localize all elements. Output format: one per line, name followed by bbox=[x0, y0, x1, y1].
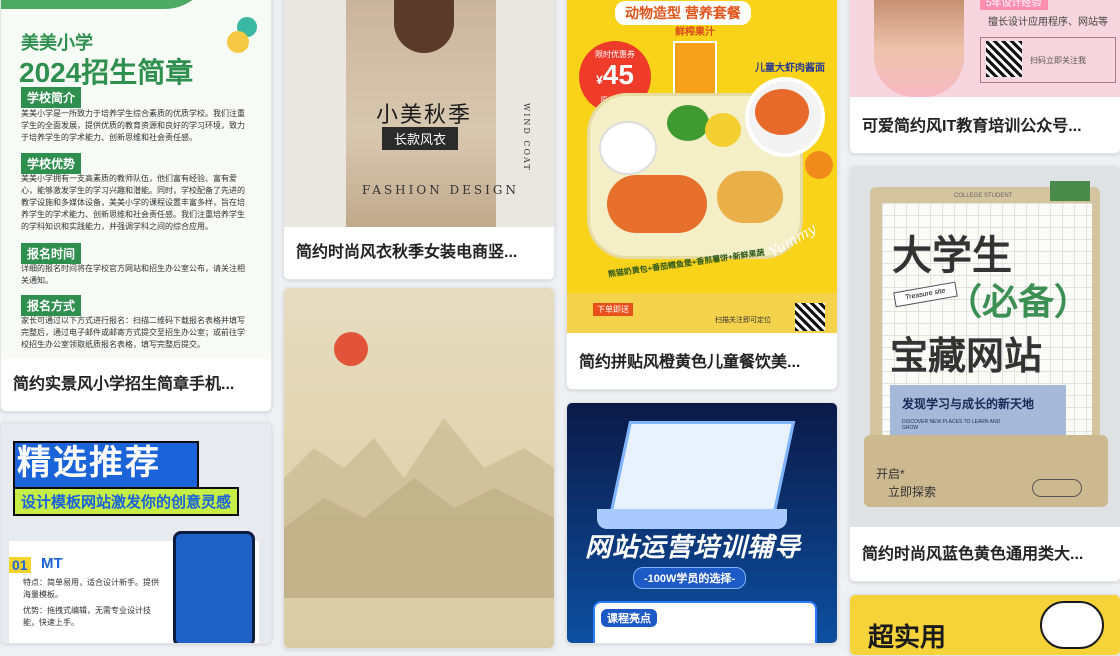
card-title[interactable]: 简约拼贴风橙黄色儿童餐饮美... bbox=[567, 337, 837, 389]
laptop-screen bbox=[608, 421, 796, 517]
panda-bun bbox=[599, 121, 657, 175]
qr-text: 扫码立即关注我 bbox=[1030, 56, 1086, 65]
card-title[interactable]: 简约时尚风衣秋季女装电商竖... bbox=[284, 227, 554, 279]
trench-footer: FASHION DESIGN bbox=[362, 183, 519, 197]
template-card-kidsmeal[interactable]: 动物造型 营养套餐 限时优惠券 ¥45 原价￥58 鲜榨果汁 儿童大虾肉酱面 熊… bbox=[566, 0, 838, 390]
student-subtitle: 发现学习与成长的新天地 bbox=[902, 397, 1035, 411]
dish-label: 儿童大虾肉酱面 bbox=[755, 63, 825, 74]
card-thumbnail bbox=[284, 288, 554, 648]
item-feature: 特点：简单易用，适合设计新手。提供海量模板。 bbox=[23, 578, 159, 599]
template-card-recommend[interactable]: 精选推荐 设计模板网站激发你的创意灵感 01 MT 特点：简单易用，适合设计新手… bbox=[0, 422, 272, 644]
qr-code bbox=[795, 303, 825, 331]
recommend-headline: 精选推荐 bbox=[17, 444, 161, 482]
trench-side: WIND COAT bbox=[522, 103, 531, 172]
section-body: 家长可通过以下方式进行报名：扫描二维码下载报名表格并填写完整后，通过电子邮件或邮… bbox=[21, 316, 245, 349]
template-card-student[interactable]: COLLEGE STUDENT 大学生 Treasure site （必备） 宝… bbox=[849, 166, 1120, 582]
qr-note: 扫描关注即可定位 bbox=[715, 317, 771, 324]
broccoli bbox=[667, 105, 709, 141]
price-value: 45 bbox=[602, 59, 634, 90]
start-text: 开启* bbox=[876, 467, 905, 481]
template-card-it[interactable]: 5年设计经验 擅长设计应用程序、网站等 扫码立即关注我 可爱简约风IT教育培训公… bbox=[849, 0, 1120, 154]
template-card-school[interactable]: 美美小学 2024招生简章 学校简介 美美小学是一所致力于培养学生综合素质的优质… bbox=[0, 0, 272, 412]
item-advantage: 优势：拖拽式编辑，无需专业设计技能，快速上手。 bbox=[23, 606, 151, 627]
card-title[interactable]: 可爱简约风IT教育培训公众号... bbox=[850, 101, 1120, 153]
tech-headline: 网站运营培训辅导 bbox=[585, 532, 802, 562]
section-heading: 报名时间 bbox=[21, 243, 82, 264]
section-body: 美美小学是一所致力于培养学生综合素质的优质学校。我们注重学生的全面发展，提供优质… bbox=[21, 109, 245, 142]
section-heading: 学校简介 bbox=[21, 87, 82, 108]
tech-tag: 课程亮点 bbox=[601, 609, 657, 627]
recommend-sub: 设计模板网站激发你的创意灵感 bbox=[13, 487, 240, 516]
section-body: 详细的报名时间将在学校官方网站和招生办公室公布，请关注相关通知。 bbox=[21, 264, 245, 285]
drink-label: 鲜榨果汁 bbox=[675, 27, 715, 38]
top-banner: 动物造型 营养套餐 bbox=[615, 1, 751, 25]
card-thumbnail: 美美小学 2024招生简章 学校简介 美美小学是一所致力于培养学生综合素质的优质… bbox=[1, 0, 271, 359]
card-thumbnail: 动物造型 营养套餐 限时优惠券 ¥45 原价￥58 鲜榨果汁 儿童大虾肉酱面 熊… bbox=[567, 0, 837, 333]
green-wave-decoration bbox=[1, 0, 211, 9]
student-line2: （必备） bbox=[946, 281, 1091, 322]
tech-sub: -100W学员的选择- bbox=[633, 567, 747, 589]
woman-photo bbox=[874, 0, 964, 97]
qr-code bbox=[986, 41, 1022, 77]
card-title[interactable]: 简约时尚风蓝色黄色通用类大... bbox=[850, 529, 1120, 581]
arrow-pill bbox=[1032, 479, 1082, 497]
corn bbox=[705, 113, 741, 147]
orange bbox=[805, 151, 833, 179]
template-card-tech[interactable]: 网站运营培训辅导 -100W学员的选择- 课程亮点 bbox=[566, 402, 838, 644]
experience-badge: 5年设计经验 bbox=[980, 0, 1048, 10]
peek-headline: 超实用 bbox=[868, 622, 947, 652]
section-body: 美美小学拥有一支高素质的教师队伍，他们富有经验、富有爱心，能够激发学生的学习兴趣… bbox=[21, 174, 245, 231]
student-line3: 宝藏网站 bbox=[890, 336, 1043, 378]
it-desc: 擅长设计应用程序、网站等 bbox=[988, 17, 1108, 28]
card-thumbnail: 5年设计经验 擅长设计应用程序、网站等 扫码立即关注我 bbox=[850, 0, 1120, 97]
coupon-price: ¥45 bbox=[579, 60, 651, 95]
potato-cakes bbox=[717, 171, 783, 223]
speech-bubble bbox=[1040, 601, 1104, 649]
trench-line1: 小美秋季 bbox=[376, 103, 473, 128]
card-thumbnail: 网站运营培训辅导 -100W学员的选择- 课程亮点 bbox=[567, 403, 837, 643]
card-thumbnail: 小美秋季 长款风衣 FASHION DESIGN WIND COAT bbox=[284, 0, 554, 227]
trench-line2: 长款风衣 bbox=[382, 127, 459, 150]
template-card-landscape[interactable] bbox=[283, 287, 555, 649]
card-thumbnail: 精选推荐 设计模板网站激发你的创意灵感 01 MT 特点：简单易用，适合设计新手… bbox=[1, 423, 271, 643]
card-thumbnail: COLLEGE STUDENT 大学生 Treasure site （必备） 宝… bbox=[850, 167, 1120, 527]
circle-decoration bbox=[227, 31, 249, 53]
explore-text: 立即探索 bbox=[888, 485, 937, 499]
item-name: MT bbox=[41, 555, 63, 572]
card-title[interactable]: 简约实景风小学招生简章手机... bbox=[1, 359, 271, 411]
section-heading: 学校优势 bbox=[21, 153, 82, 174]
poster-headline: 2024招生简章 bbox=[19, 57, 194, 88]
mountain-silhouette bbox=[284, 418, 554, 598]
folder-tab-text: COLLEGE STUDENT bbox=[954, 193, 1013, 199]
section-heading: 报名方式 bbox=[21, 295, 82, 316]
student-eng: DISCOVER NEW PLACES TO LEARN AND GROW bbox=[902, 419, 1001, 431]
tablet-image bbox=[173, 531, 255, 643]
template-card-peek[interactable]: 超实用 bbox=[849, 594, 1120, 656]
item-number: 01 bbox=[9, 557, 31, 573]
price-symbol: ¥ bbox=[596, 73, 603, 87]
green-tab bbox=[1050, 181, 1090, 201]
template-card-trench[interactable]: 小美秋季 长款风衣 FASHION DESIGN WIND COAT 简约时尚风… bbox=[283, 0, 555, 280]
noodle-food bbox=[755, 89, 809, 135]
laptop-base bbox=[597, 509, 787, 529]
chicken-bites bbox=[607, 175, 707, 233]
card-thumbnail: 超实用 bbox=[850, 595, 1120, 655]
order-tag: 下单即送 bbox=[593, 303, 633, 316]
